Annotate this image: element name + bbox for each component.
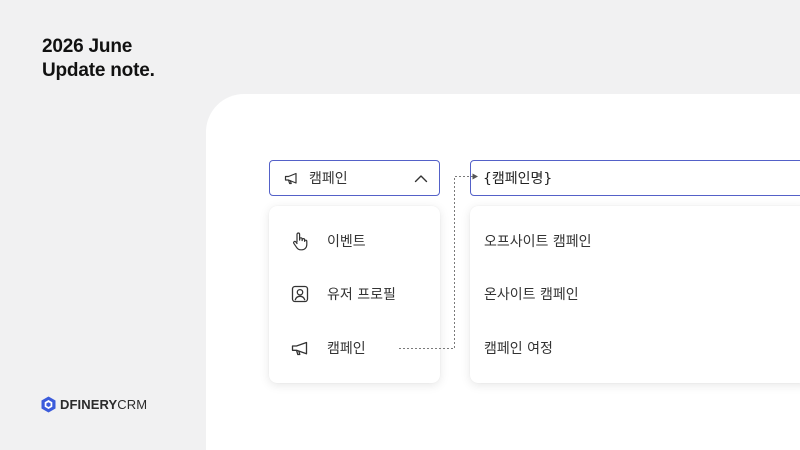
variable-token: {캠페인명} bbox=[483, 171, 553, 187]
dfinery-crm-logo: DFINERYCRM bbox=[41, 396, 147, 413]
menu-item-campaign[interactable]: 캠페인 bbox=[269, 330, 440, 366]
headline-line-2: Update note. bbox=[42, 60, 155, 81]
update-headline: 2026 June Update note. bbox=[42, 35, 155, 83]
campaign-submenu: 오프사이트 캠페인 온사이트 캠페인 캠페인 여정 bbox=[470, 206, 800, 383]
brand-name: DFINERY bbox=[60, 397, 118, 412]
category-dropdown[interactable]: 캠페인 bbox=[269, 160, 440, 196]
menu-item-label: 이벤트 bbox=[327, 234, 366, 250]
menu-item-label: 유저 프로필 bbox=[327, 287, 396, 303]
submenu-item-campaign-journey[interactable]: 캠페인 여정 bbox=[470, 330, 800, 366]
dropdown-selected-label: 캠페인 bbox=[309, 171, 348, 187]
submenu-item-onsite-campaign[interactable]: 온사이트 캠페인 bbox=[470, 276, 800, 312]
campaign-name-variable-field[interactable]: {캠페인명} bbox=[470, 160, 800, 196]
submenu-item-offsite-campaign[interactable]: 오프사이트 캠페인 bbox=[470, 223, 800, 259]
category-menu: 이벤트 유저 프로필 캠페인 bbox=[269, 206, 440, 383]
menu-item-event[interactable]: 이벤트 bbox=[269, 223, 440, 259]
headline-line-1: 2026 June bbox=[42, 36, 133, 57]
chevron-up-icon bbox=[413, 170, 429, 186]
megaphone-icon bbox=[283, 170, 299, 186]
megaphone-icon bbox=[290, 338, 310, 358]
menu-item-label: 캠페인 bbox=[327, 341, 366, 357]
menu-item-user-profile[interactable]: 유저 프로필 bbox=[269, 276, 440, 312]
dfinery-cube-logo bbox=[41, 396, 56, 413]
user-profile-icon bbox=[290, 284, 310, 304]
pointer-hand-icon bbox=[290, 231, 310, 251]
brand-suffix: CRM bbox=[117, 397, 148, 412]
